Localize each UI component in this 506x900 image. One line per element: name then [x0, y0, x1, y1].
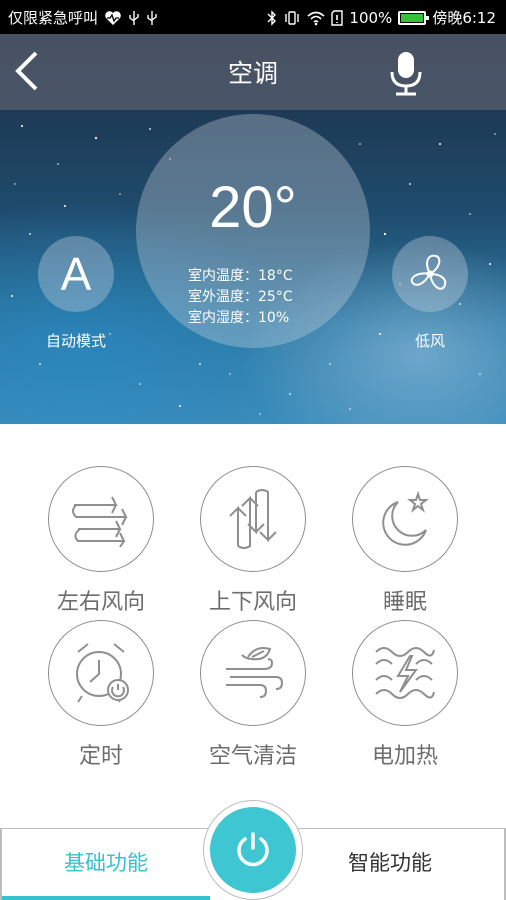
power-button[interactable] [210, 807, 296, 893]
tab-basic-functions[interactable]: 基础功能 [64, 847, 148, 877]
temperature-display: 20° 室内温度：18°C 室外温度：25°C 室内湿度：10% [136, 114, 370, 348]
indoor-humidity: 室内湿度：10% [188, 310, 290, 326]
fan-speed-label: 低风 [414, 332, 445, 350]
microphone-icon [390, 52, 422, 96]
carrier-status-text: 仅限紧急呼叫 [8, 9, 99, 27]
auto-mode-icon: A [60, 248, 92, 300]
active-tab-indicator [0, 896, 210, 900]
fan-icon [410, 254, 447, 290]
tab-smart-functions[interactable]: 智能功能 [348, 847, 432, 877]
horizontal-swing-button[interactable]: 左右风向 [26, 466, 176, 616]
mode-button[interactable]: A [38, 236, 114, 312]
air-purify-icon [226, 647, 284, 698]
indoor-temperature: 室内温度：18°C [188, 268, 293, 284]
set-temperature: 20° [209, 175, 297, 240]
electric-heat-button[interactable]: 电加热 [330, 620, 480, 770]
left-edge-line [0, 828, 2, 900]
fan-speed-button[interactable] [392, 236, 468, 312]
usb-icon [129, 10, 139, 25]
battery-percent: 100% [349, 8, 393, 27]
electric-heat-icon [375, 647, 435, 699]
outdoor-temperature: 室外温度：25°C [188, 289, 293, 305]
bluetooth-icon [267, 9, 277, 26]
function-ring [48, 466, 154, 572]
title-bar: 空调 [0, 34, 506, 110]
function-ring [200, 620, 306, 726]
usb-icon [147, 10, 157, 25]
timer-button[interactable]: 定时 [26, 620, 176, 770]
power-icon [237, 832, 269, 867]
function-label: 上下风向 [208, 590, 297, 615]
battery-icon [398, 10, 430, 25]
vibrate-icon [285, 10, 300, 25]
sleep-button[interactable]: 睡眠 [330, 466, 480, 616]
function-label: 左右风向 [56, 590, 145, 615]
horizontal-swing-icon [72, 496, 128, 548]
climate-info: 室内温度：18°C 室外温度：25°C 室内湿度：10% [188, 266, 293, 329]
function-ring [352, 466, 458, 572]
function-ring [48, 620, 154, 726]
moon-star-icon [382, 490, 429, 546]
clock-text: 傍晚6:12 [432, 9, 496, 27]
status-bar: 仅限紧急呼叫 100% 傍晚6:12 [0, 0, 506, 34]
function-label: 空气清洁 [208, 744, 297, 769]
alarm-clock-icon [76, 643, 129, 703]
function-label: 睡眠 [382, 590, 427, 615]
mode-label: 自动模式 [45, 332, 106, 350]
function-ring [352, 620, 458, 726]
function-ring [200, 466, 306, 572]
heart-rate-icon [105, 10, 121, 25]
voice-button[interactable] [386, 50, 426, 98]
function-label: 电加热 [371, 744, 438, 769]
vertical-swing-button[interactable]: 上下风向 [178, 466, 328, 616]
page-title: 空调 [227, 59, 278, 88]
wifi-icon [307, 11, 325, 25]
vertical-swing-icon [229, 489, 277, 549]
air-purify-button[interactable]: 空气清洁 [178, 620, 328, 770]
function-label: 定时 [78, 744, 123, 769]
sim-alert-icon [331, 9, 344, 26]
